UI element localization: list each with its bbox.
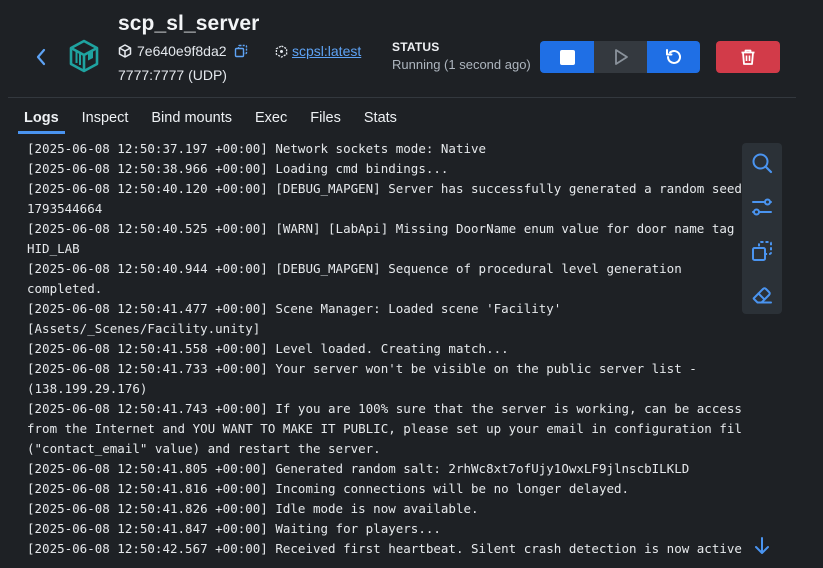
log-line: [2025-06-08 12:50:37.197 +00:00] Network… bbox=[27, 141, 487, 156]
log-line: [2025-06-08 12:50:40.944 +00:00] [DEBUG_… bbox=[27, 261, 682, 276]
clear-logs-button[interactable] bbox=[750, 283, 774, 307]
delete-button[interactable] bbox=[716, 41, 780, 73]
container-detail-view: scp_sl_server 7e640e9f8da2 7777:7777 (UD… bbox=[0, 0, 823, 568]
log-line: [Assets/_Scenes/Facility.unity] bbox=[27, 321, 261, 336]
log-output[interactable]: [2025-06-08 12:50:37.197 +00:00] Network… bbox=[27, 139, 742, 559]
container-id-row: 7e640e9f8da2 bbox=[118, 43, 248, 59]
log-line: (138.199.29.176) bbox=[27, 381, 148, 396]
copy-logs-button[interactable] bbox=[750, 239, 774, 263]
log-line: completed. bbox=[27, 281, 103, 296]
sliders-icon bbox=[752, 198, 772, 216]
stop-icon bbox=[559, 49, 575, 65]
image-link-row: scpsl:latest bbox=[275, 43, 361, 59]
log-line: [2025-06-08 12:50:41.743 +00:00] If you … bbox=[27, 401, 742, 416]
container-name: scp_sl_server bbox=[118, 12, 260, 35]
log-line: [2025-06-08 12:50:41.805 +00:00] Generat… bbox=[27, 461, 690, 476]
container-id: 7e640e9f8da2 bbox=[137, 43, 227, 59]
tab-exec[interactable]: Exec bbox=[255, 108, 287, 134]
restart-button[interactable] bbox=[647, 41, 700, 73]
back-button[interactable] bbox=[30, 44, 52, 70]
start-button[interactable] bbox=[594, 41, 647, 73]
log-line: 1793544664 bbox=[27, 201, 103, 216]
log-line: [2025-06-08 12:50:41.558 +00:00] Level l… bbox=[27, 341, 509, 356]
log-line: [2025-06-08 12:50:41.733 +00:00] Your se… bbox=[27, 361, 697, 376]
log-line: [2025-06-08 12:50:40.525 +00:00] [WARN] … bbox=[27, 221, 735, 236]
port-mapping: 7777:7777 (UDP) bbox=[118, 67, 227, 83]
log-line: [2025-06-08 12:50:38.966 +00:00] Loading… bbox=[27, 161, 449, 176]
log-toolbar bbox=[742, 143, 782, 314]
copy-icon[interactable] bbox=[234, 44, 248, 58]
chevron-left-icon bbox=[36, 48, 46, 66]
log-line: [2025-06-08 12:50:42.567 +00:00] Receive… bbox=[27, 541, 742, 556]
arrow-down-icon bbox=[755, 537, 769, 554]
log-line: from the Internet and YOU WANT TO MAKE I… bbox=[27, 421, 742, 436]
stop-button[interactable] bbox=[540, 41, 594, 73]
play-icon bbox=[614, 49, 628, 65]
tab-bind-mounts[interactable]: Bind mounts bbox=[151, 108, 232, 134]
log-line: [2025-06-08 12:50:41.826 +00:00] Idle mo… bbox=[27, 501, 479, 516]
log-line: [2025-06-08 12:50:41.477 +00:00] Scene M… bbox=[27, 301, 562, 316]
search-logs-button[interactable] bbox=[750, 151, 774, 175]
status-value: Running (1 second ago) bbox=[392, 57, 531, 72]
trash-icon bbox=[741, 49, 755, 65]
copy-icon bbox=[752, 241, 772, 261]
image-link[interactable]: scpsl:latest bbox=[292, 43, 361, 59]
status-label: STATUS bbox=[392, 40, 440, 54]
tab-stats[interactable]: Stats bbox=[364, 108, 397, 134]
tab-bar: Logs Inspect Bind mounts Exec Files Stat… bbox=[18, 108, 420, 134]
search-icon bbox=[752, 153, 773, 174]
log-line: ("contact_email" value) and restart the … bbox=[27, 441, 381, 456]
image-layers-icon bbox=[275, 44, 288, 58]
container-box-icon bbox=[69, 39, 99, 73]
cube-icon bbox=[118, 44, 132, 58]
header-divider bbox=[8, 97, 796, 98]
filter-logs-button[interactable] bbox=[750, 195, 774, 219]
tab-logs[interactable]: Logs bbox=[18, 108, 65, 134]
tab-inspect[interactable]: Inspect bbox=[82, 108, 129, 134]
scroll-to-bottom-button[interactable] bbox=[751, 535, 773, 557]
log-line: [2025-06-08 12:50:40.120 +00:00] [DEBUG_… bbox=[27, 181, 742, 196]
log-line: [2025-06-08 12:50:41.816 +00:00] Incomin… bbox=[27, 481, 630, 496]
restart-icon bbox=[665, 49, 681, 64]
log-line: [2025-06-08 12:50:41.847 +00:00] Waiting… bbox=[27, 521, 441, 536]
tab-files[interactable]: Files bbox=[310, 108, 341, 134]
log-line: HID_LAB bbox=[27, 241, 80, 256]
eraser-icon bbox=[752, 287, 772, 304]
